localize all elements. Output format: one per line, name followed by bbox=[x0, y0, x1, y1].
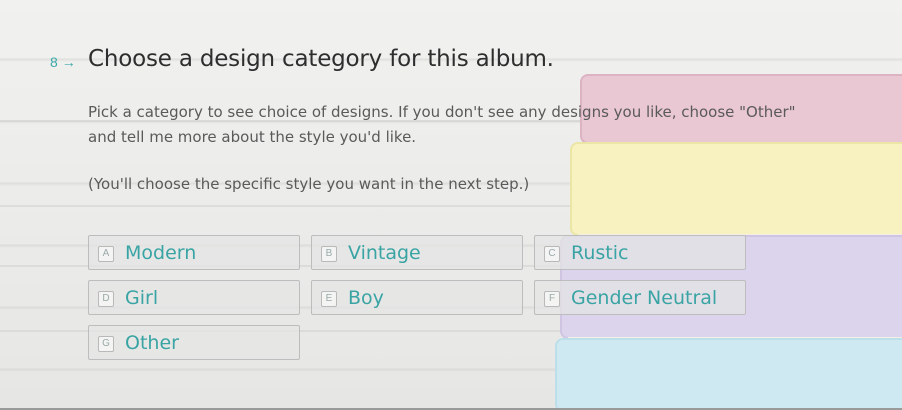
choice-key-badge: B bbox=[321, 246, 337, 262]
choice-girl[interactable]: D Girl bbox=[88, 280, 300, 315]
choice-label: Other bbox=[125, 332, 179, 354]
arrow-right-icon: → bbox=[61, 54, 76, 70]
choice-key-badge: D bbox=[98, 291, 114, 307]
choice-key-badge: G bbox=[98, 336, 114, 352]
question-description: Pick a category to see choice of designs… bbox=[88, 103, 796, 146]
choice-key-badge: C bbox=[544, 246, 560, 262]
choice-label: Vintage bbox=[348, 242, 421, 264]
choice-label: Girl bbox=[125, 287, 159, 309]
choice-label: Gender Neutral bbox=[571, 287, 718, 309]
choice-boy[interactable]: E Boy bbox=[311, 280, 523, 315]
choice-key-badge: A bbox=[98, 246, 114, 262]
question-title: Choose a design category for this album. bbox=[88, 46, 554, 72]
choice-key-badge: F bbox=[544, 291, 560, 307]
question-note: (You'll choose the specific style you wa… bbox=[88, 175, 530, 193]
choice-rustic[interactable]: C Rustic bbox=[534, 235, 746, 270]
choice-key-badge: E bbox=[321, 291, 337, 307]
question-block: 8 → Choose a design category for this al… bbox=[0, 0, 902, 410]
choice-gender-neutral[interactable]: F Gender Neutral bbox=[534, 280, 746, 315]
question-number-value: 8 bbox=[50, 54, 58, 70]
choice-modern[interactable]: A Modern bbox=[88, 235, 300, 270]
choice-label: Boy bbox=[348, 287, 384, 309]
choice-vintage[interactable]: B Vintage bbox=[311, 235, 523, 270]
choice-other[interactable]: G Other bbox=[88, 325, 300, 360]
choice-label: Rustic bbox=[571, 242, 629, 264]
question-number: 8 → bbox=[50, 54, 76, 70]
form-page: 8 → Choose a design category for this al… bbox=[0, 0, 902, 410]
choice-label: Modern bbox=[125, 242, 197, 264]
